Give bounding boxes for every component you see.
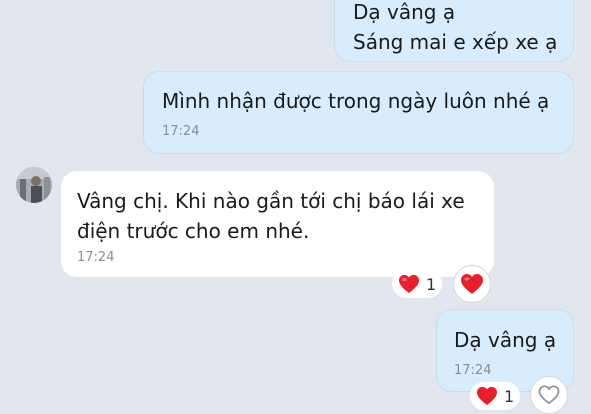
- message-text-line: Mình nhận được trong ngày luôn nhé ạ: [162, 89, 550, 113]
- sent-message-bubble[interactable]: Mình nhận được trong ngày luôn nhé ạ 17:…: [143, 71, 574, 154]
- heart-icon: [460, 273, 484, 295]
- message-timestamp: 17:24: [454, 363, 492, 378]
- reaction-count: 1: [426, 274, 437, 294]
- reaction-button[interactable]: [453, 265, 491, 303]
- heart-icon: [398, 274, 420, 294]
- avatar-image: [16, 167, 52, 203]
- heart-icon: [476, 386, 498, 406]
- add-reaction-button[interactable]: [530, 376, 568, 414]
- message-text-line: điện trước cho em nhé.: [77, 219, 310, 243]
- heart-outline-icon: [538, 385, 560, 405]
- received-message-bubble[interactable]: Vâng chị. Khi nào gần tới chị báo lái xe…: [61, 171, 494, 277]
- reaction-count-badge[interactable]: 1: [392, 270, 443, 298]
- reaction-count: 1: [504, 386, 515, 406]
- sent-message-bubble[interactable]: Dạ vâng ạ Sáng mai e xếp xe ạ: [334, 0, 574, 62]
- message-text-line: Sáng mai e xếp xe ạ: [353, 30, 558, 54]
- message-timestamp: 17:24: [162, 124, 200, 139]
- message-text-line: Dạ vâng ạ: [353, 0, 456, 24]
- reaction-count-badge[interactable]: 1: [470, 382, 521, 410]
- message-timestamp: 17:24: [77, 250, 115, 265]
- contact-avatar[interactable]: [16, 167, 52, 203]
- message-text-line: Dạ vâng ạ: [454, 328, 557, 352]
- message-text-line: Vâng chị. Khi nào gần tới chị báo lái xe: [77, 189, 465, 213]
